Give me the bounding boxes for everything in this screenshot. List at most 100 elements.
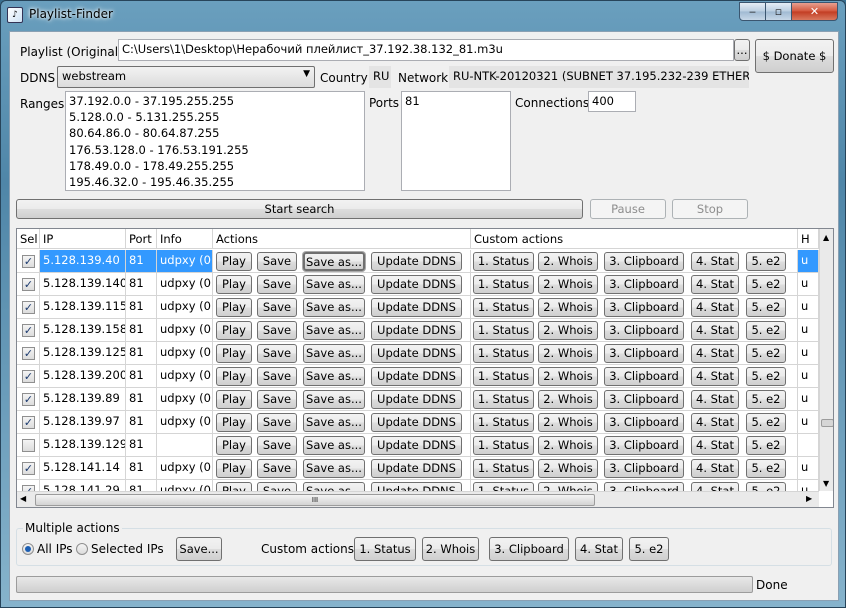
e2-button[interactable]: 5. e2	[746, 321, 786, 340]
col-header-info[interactable]: Info	[157, 229, 213, 249]
clipboard-button[interactable]: 3. Clipboard	[604, 344, 684, 363]
table-row[interactable]: ✓ 5.128.139.97 81 udpxy (0) u Play Save Save as…	[17, 411, 819, 434]
horizontal-scrollbar[interactable]: ◀ III ▶	[17, 491, 819, 507]
whois-button[interactable]: 2. Whois	[538, 436, 598, 455]
save-as-button[interactable]: Save as...	[303, 459, 365, 478]
save-as-button[interactable]: Save as...	[303, 298, 365, 317]
whois-button[interactable]: 2. Whois	[538, 275, 598, 294]
clipboard-button[interactable]: 3. Clipboard	[604, 413, 684, 432]
sel-cell[interactable]: ✓	[17, 365, 40, 388]
col-header-custom[interactable]: Custom actions	[471, 229, 798, 249]
save-as-button[interactable]: Save as...	[303, 252, 365, 271]
clipboard-button[interactable]: 3. Clipboard	[604, 390, 684, 409]
col-header-last[interactable]: H	[798, 229, 819, 249]
table-row[interactable]: ✓ 5.128.139.158 81 udpxy (0) u Play Save Save a…	[17, 319, 819, 342]
stop-button[interactable]: Stop	[672, 199, 748, 219]
update-ddns-button[interactable]: Update DDNS	[371, 298, 462, 317]
row-checkbox[interactable]: ✓	[22, 347, 35, 360]
save-button[interactable]: Save	[257, 390, 297, 409]
row-checkbox[interactable]: ✓	[22, 255, 35, 268]
play-button[interactable]: Play	[216, 436, 252, 455]
whois-button[interactable]: 2. Whois	[538, 298, 598, 317]
stat-button[interactable]: 4. Stat	[691, 367, 739, 386]
row-checkbox[interactable]: ✓	[22, 393, 35, 406]
connections-field[interactable]: 400	[588, 91, 636, 112]
multi-save-button[interactable]: Save...	[176, 537, 222, 561]
whois-button[interactable]: 2. Whois	[538, 413, 598, 432]
save-as-button[interactable]: Save as...	[303, 390, 365, 409]
row-checkbox[interactable]: ✓	[22, 370, 35, 383]
update-ddns-button[interactable]: Update DDNS	[371, 413, 462, 432]
pause-button[interactable]: Pause	[590, 199, 666, 219]
sel-cell[interactable]: ✓	[17, 273, 40, 296]
sel-cell[interactable]: ✓	[17, 250, 40, 273]
save-as-button[interactable]: Save as...	[303, 367, 365, 386]
e2-button[interactable]: 5. e2	[746, 344, 786, 363]
multi-clipboard-button[interactable]: 3. Clipboard	[489, 537, 569, 561]
vertical-scroll-thumb[interactable]	[821, 419, 833, 427]
play-button[interactable]: Play	[216, 367, 252, 386]
whois-button[interactable]: 2. Whois	[538, 367, 598, 386]
stat-button[interactable]: 4. Stat	[691, 436, 739, 455]
play-button[interactable]: Play	[216, 390, 252, 409]
stat-button[interactable]: 4. Stat	[691, 459, 739, 478]
update-ddns-button[interactable]: Update DDNS	[371, 344, 462, 363]
status-button[interactable]: 1. Status	[473, 275, 534, 294]
e2-button[interactable]: 5. e2	[746, 275, 786, 294]
ranges-field[interactable]: 37.192.0.0 - 37.195.255.255 5.128.0.0 - …	[65, 91, 365, 191]
play-button[interactable]: Play	[216, 275, 252, 294]
table-row[interactable]: 5.128.139.129 81 Play Save Save as... Update …	[17, 434, 819, 457]
browse-button[interactable]: ...	[734, 39, 750, 61]
save-as-button[interactable]: Save as...	[303, 413, 365, 432]
row-checkbox[interactable]: ✓	[22, 301, 35, 314]
playlist-path-field[interactable]: C:\Users\1\Desktop\Нерабочий плейлист_37…	[118, 39, 734, 61]
play-button[interactable]: Play	[216, 344, 252, 363]
save-button[interactable]: Save	[257, 275, 297, 294]
e2-button[interactable]: 5. e2	[746, 367, 786, 386]
horizontal-scroll-thumb[interactable]: III	[35, 494, 595, 506]
minimize-button[interactable]: ‒	[739, 2, 766, 21]
clipboard-button[interactable]: 3. Clipboard	[604, 459, 684, 478]
row-checkbox[interactable]: ✓	[22, 278, 35, 291]
col-header-actions[interactable]: Actions	[213, 229, 471, 249]
save-button[interactable]: Save	[257, 413, 297, 432]
e2-button[interactable]: 5. e2	[746, 390, 786, 409]
stat-button[interactable]: 4. Stat	[691, 321, 739, 340]
multi-status-button[interactable]: 1. Status	[354, 537, 416, 561]
save-button[interactable]: Save	[257, 459, 297, 478]
scroll-right-icon[interactable]: ▶	[806, 494, 812, 503]
clipboard-button[interactable]: 3. Clipboard	[604, 298, 684, 317]
status-button[interactable]: 1. Status	[473, 367, 534, 386]
save-button[interactable]: Save	[257, 298, 297, 317]
update-ddns-button[interactable]: Update DDNS	[371, 459, 462, 478]
status-button[interactable]: 1. Status	[473, 413, 534, 432]
stat-button[interactable]: 4. Stat	[691, 413, 739, 432]
table-row[interactable]: ✓ 5.128.139.125 81 udpxy (0) u Play Save Save a…	[17, 342, 819, 365]
row-checkbox[interactable]: ✓	[22, 416, 35, 429]
col-header-port[interactable]: Port	[126, 229, 157, 249]
sel-cell[interactable]: ✓	[17, 411, 40, 434]
table-row[interactable]: ✓ 5.128.139.140 81 udpxy (0) u Play Save Save a…	[17, 273, 819, 296]
all-ips-radio[interactable]	[22, 543, 34, 555]
multi-whois-button[interactable]: 2. Whois	[422, 537, 479, 561]
status-button[interactable]: 1. Status	[473, 390, 534, 409]
row-checkbox[interactable]	[22, 439, 35, 452]
e2-button[interactable]: 5. e2	[746, 413, 786, 432]
table-row[interactable]: ✓ 5.128.139.115 81 udpxy (0) u Play Save Save a…	[17, 296, 819, 319]
clipboard-button[interactable]: 3. Clipboard	[604, 367, 684, 386]
whois-button[interactable]: 2. Whois	[538, 390, 598, 409]
title-bar[interactable]: ♪ Playlist-Finder ‒ ▫ ✕	[1, 1, 846, 29]
maximize-button[interactable]: ▫	[765, 2, 792, 21]
table-row[interactable]: ✓ 5.128.139.40 81 udpxy (0) u Play Save Save as…	[17, 250, 819, 273]
clipboard-button[interactable]: 3. Clipboard	[604, 321, 684, 340]
stat-button[interactable]: 4. Stat	[691, 390, 739, 409]
ddns-select[interactable]: webstream ▼	[57, 66, 315, 88]
selected-ips-radio[interactable]	[76, 543, 88, 555]
save-button[interactable]: Save	[257, 252, 297, 271]
play-button[interactable]: Play	[216, 413, 252, 432]
e2-button[interactable]: 5. e2	[746, 459, 786, 478]
update-ddns-button[interactable]: Update DDNS	[371, 321, 462, 340]
scroll-up-icon[interactable]: ▲	[823, 233, 829, 242]
multi-e2-button[interactable]: 5. e2	[629, 537, 669, 561]
stat-button[interactable]: 4. Stat	[691, 275, 739, 294]
